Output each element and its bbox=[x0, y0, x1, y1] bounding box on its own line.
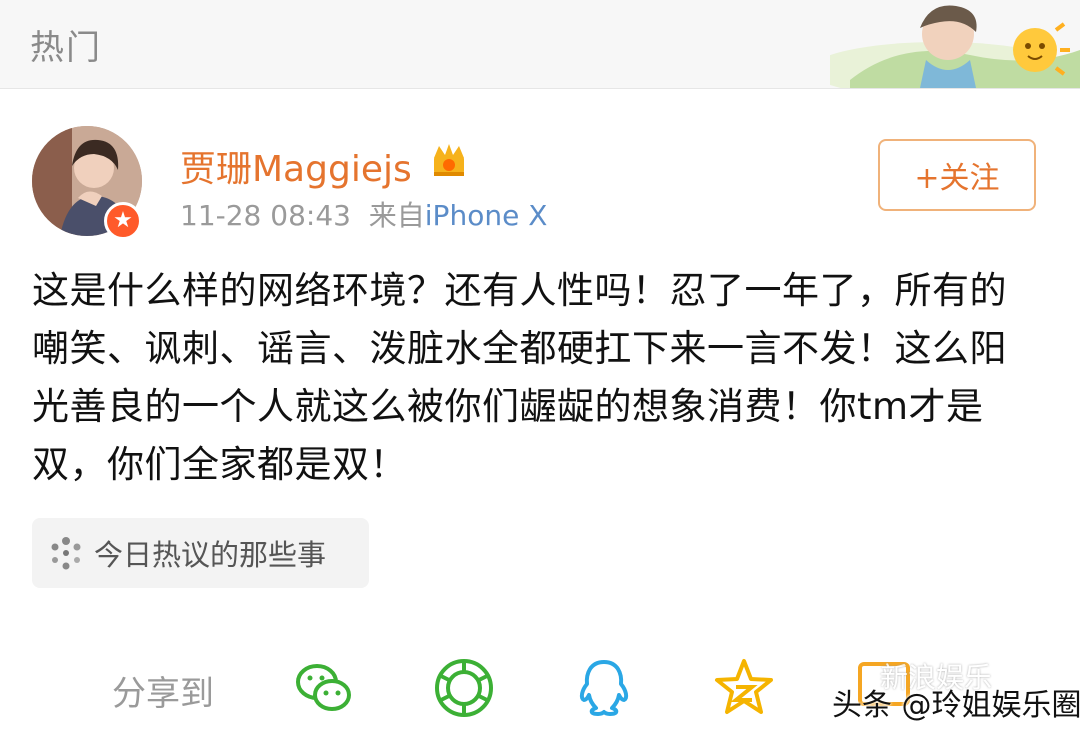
moments-icon[interactable] bbox=[432, 656, 496, 720]
top-bar: 热门 bbox=[0, 0, 1080, 89]
verified-badge-icon: ★ bbox=[104, 202, 142, 240]
wechat-icon[interactable] bbox=[292, 656, 356, 720]
share-label: 分享到 bbox=[112, 674, 214, 714]
watermark-author: 头条 @玲姐娱乐圈 bbox=[832, 688, 1080, 723]
post-time: 11-28 08:43 bbox=[180, 199, 351, 232]
source-prefix: 来自 bbox=[368, 199, 425, 232]
page-title: 热门 bbox=[30, 28, 102, 68]
post-text: 这是什么样的网络环境？还有人性吗！忍了一年了，所有的嘲笑、讽刺、谣言、泼脏水全都… bbox=[32, 269, 1007, 486]
post-meta: 11-28 08:43 来自iPhone X bbox=[180, 194, 547, 234]
topic-tag[interactable]: 今日热议的那些事 bbox=[32, 518, 369, 588]
author-name[interactable]: 贾珊Maggiejs bbox=[180, 140, 412, 192]
source-device-link[interactable]: iPhone X bbox=[425, 199, 548, 232]
topic-dots-icon bbox=[51, 537, 81, 570]
promo-banner-image[interactable] bbox=[830, 0, 1080, 88]
follow-button[interactable]: +关注 bbox=[878, 139, 1036, 211]
qq-icon[interactable] bbox=[572, 656, 636, 720]
crown-member-icon[interactable] bbox=[430, 142, 468, 180]
topic-label: 今日热议的那些事 bbox=[94, 538, 327, 572]
qzone-icon[interactable] bbox=[712, 656, 776, 720]
